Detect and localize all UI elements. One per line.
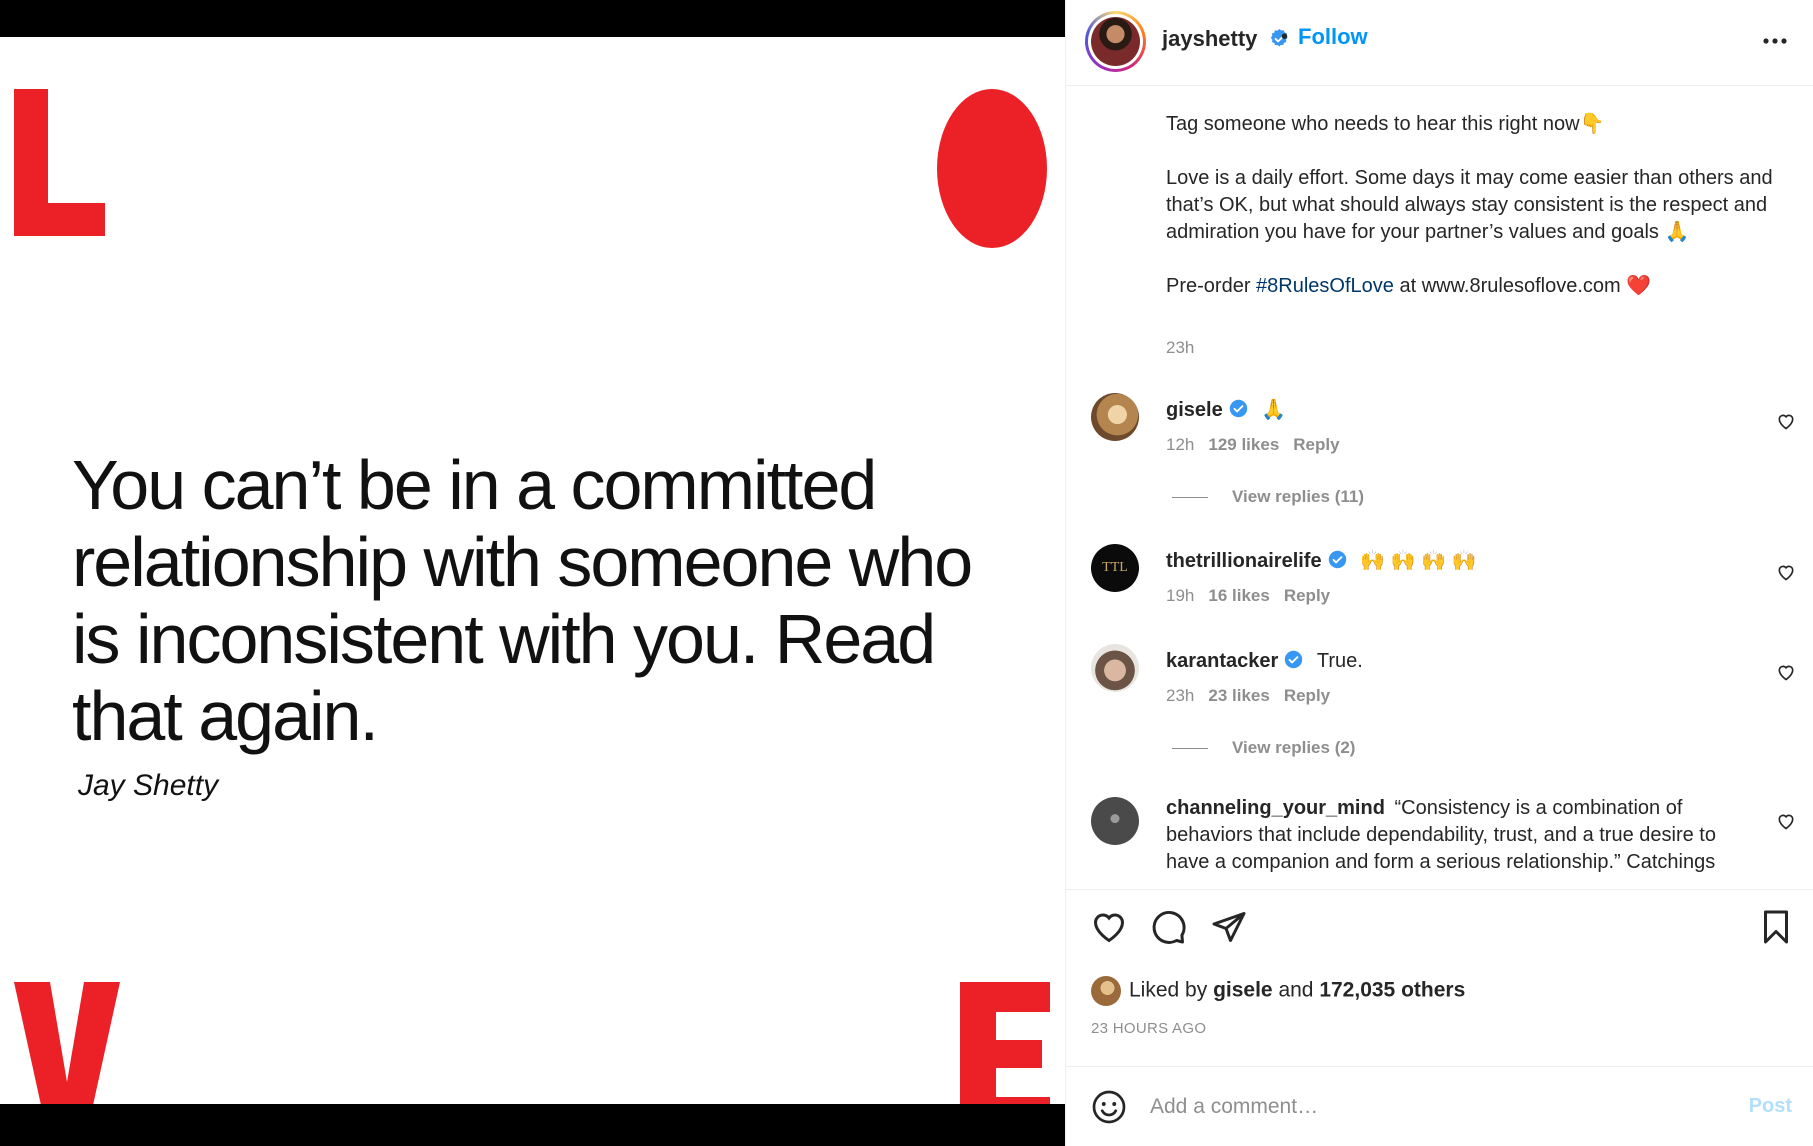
comment-body: thetrillionairelife 🙌 🙌 🙌 🙌: [1166, 548, 1746, 575]
comment-text: 🙏: [1261, 399, 1287, 421]
commenter-avatar[interactable]: [1091, 644, 1139, 692]
verified-badge-icon: [1328, 550, 1346, 569]
post-date[interactable]: 23 HOURS AGO: [1091, 1020, 1206, 1037]
post-header: jayshetty • Follow: [1066, 0, 1813, 86]
comment-reply-button[interactable]: Reply: [1293, 435, 1339, 454]
comment-like-heart-icon[interactable]: [1776, 662, 1796, 682]
likes-user-link[interactable]: gisele: [1213, 979, 1273, 1002]
letter-l: L: [14, 89, 105, 236]
letter-o-circle: [937, 89, 1047, 248]
comment-meta: 12h 129 likes Reply: [1166, 435, 1354, 455]
post-actions-bar: [1066, 893, 1813, 963]
comment-time[interactable]: 23h: [1166, 686, 1194, 705]
comments-scroll-area[interactable]: Tag someone who needs to hear this right…: [1066, 87, 1813, 890]
view-replies-button[interactable]: View replies (11): [1172, 487, 1364, 507]
comment-input[interactable]: [1150, 1089, 1710, 1125]
verified-badge-icon: [1229, 399, 1247, 418]
liker-avatar[interactable]: [1091, 976, 1121, 1006]
caption-preorder: Pre-order #8RulesOfLove at www.8rulesofl…: [1166, 273, 1776, 300]
comment-text: True.: [1316, 650, 1363, 672]
comment-like-heart-icon[interactable]: [1776, 411, 1796, 431]
comment-username[interactable]: channeling_your_mind: [1166, 797, 1385, 819]
view-replies-button[interactable]: View replies (2): [1172, 738, 1355, 758]
author-avatar-story-ring[interactable]: [1085, 11, 1146, 72]
more-options-icon[interactable]: [1760, 26, 1790, 56]
caption-preorder-suffix: at www.8rulesoflove.com ❤️: [1393, 275, 1652, 297]
header-separator-dot: •: [1281, 26, 1289, 48]
caption-preorder-prefix: Pre-order: [1166, 275, 1257, 297]
comment-reply-button[interactable]: Reply: [1284, 586, 1330, 605]
share-send-icon[interactable]: [1211, 909, 1247, 945]
post-image: L V E You can’t be in a committed relati…: [0, 37, 1065, 1104]
like-heart-icon[interactable]: [1091, 909, 1127, 945]
comment-username[interactable]: karantacker: [1166, 650, 1278, 672]
author-avatar[interactable]: [1091, 17, 1140, 66]
post-comment-button[interactable]: Post: [1749, 1095, 1792, 1118]
commenter-avatar[interactable]: [1091, 393, 1139, 441]
caption-line-1: Tag someone who needs to hear this right…: [1166, 113, 1605, 135]
caption-paragraph-2: Love is a daily effort. Some days it may…: [1166, 167, 1773, 243]
comment-meta: 23h 23 likes Reply: [1166, 686, 1344, 706]
post-image-panel: L V E You can’t be in a committed relati…: [0, 0, 1065, 1146]
likes-others-link[interactable]: 172,035 others: [1319, 979, 1465, 1002]
comment-text: 🙌 🙌 🙌 🙌: [1360, 550, 1477, 572]
emoji-smiley-icon[interactable]: [1091, 1089, 1127, 1125]
author-username[interactable]: jayshetty: [1162, 26, 1289, 52]
comment-body: karantacker True.: [1166, 648, 1746, 675]
post-side-panel: jayshetty • Follow Tag someone who needs…: [1065, 0, 1813, 1146]
comment-like-heart-icon[interactable]: [1776, 811, 1796, 831]
author-username-text[interactable]: jayshetty: [1162, 26, 1257, 51]
save-bookmark-icon[interactable]: [1758, 909, 1794, 945]
commenter-avatar[interactable]: TTL: [1091, 544, 1139, 592]
add-comment-bar: Post: [1066, 1066, 1813, 1146]
comment-likes[interactable]: 23 likes: [1208, 686, 1269, 705]
comment-likes[interactable]: 16 likes: [1208, 586, 1269, 605]
comment-reply-button[interactable]: Reply: [1284, 686, 1330, 705]
likes-middle: and: [1272, 978, 1320, 1002]
likes-prefix: Liked by: [1129, 978, 1214, 1002]
avatar-logo-text: TTL: [1102, 560, 1128, 575]
comment-username[interactable]: thetrillionairelife: [1166, 550, 1322, 572]
comment-body: channeling_your_mind “Consistency is a c…: [1166, 795, 1746, 876]
quote-author: Jay Shetty: [78, 769, 219, 802]
instagram-post-view: L V E You can’t be in a committed relati…: [0, 0, 1813, 1146]
letter-v: V: [14, 982, 120, 1104]
commenter-avatar[interactable]: [1091, 797, 1139, 845]
post-caption: Tag someone who needs to hear this right…: [1166, 111, 1776, 327]
letter-e: E: [960, 982, 1050, 1104]
quote-text: You can’t be in a committed relationship…: [72, 446, 973, 755]
likes-summary: Liked by gisele and 172,035 others: [1091, 976, 1465, 1006]
hashtag-link[interactable]: #8RulesOfLove: [1256, 275, 1394, 297]
caption-timestamp[interactable]: 23h: [1166, 338, 1194, 358]
comment-time[interactable]: 12h: [1166, 435, 1194, 454]
verified-badge-icon: [1285, 650, 1303, 669]
comment-time[interactable]: 19h: [1166, 586, 1194, 605]
comment-bubble-icon[interactable]: [1151, 909, 1187, 945]
comment-body: gisele 🙏: [1166, 397, 1746, 424]
comment-likes[interactable]: 129 likes: [1208, 435, 1279, 454]
comment-username[interactable]: gisele: [1166, 399, 1223, 421]
follow-button[interactable]: Follow: [1298, 24, 1368, 50]
comment-like-heart-icon[interactable]: [1776, 562, 1796, 582]
comment-meta: 19h 16 likes Reply: [1166, 586, 1344, 606]
